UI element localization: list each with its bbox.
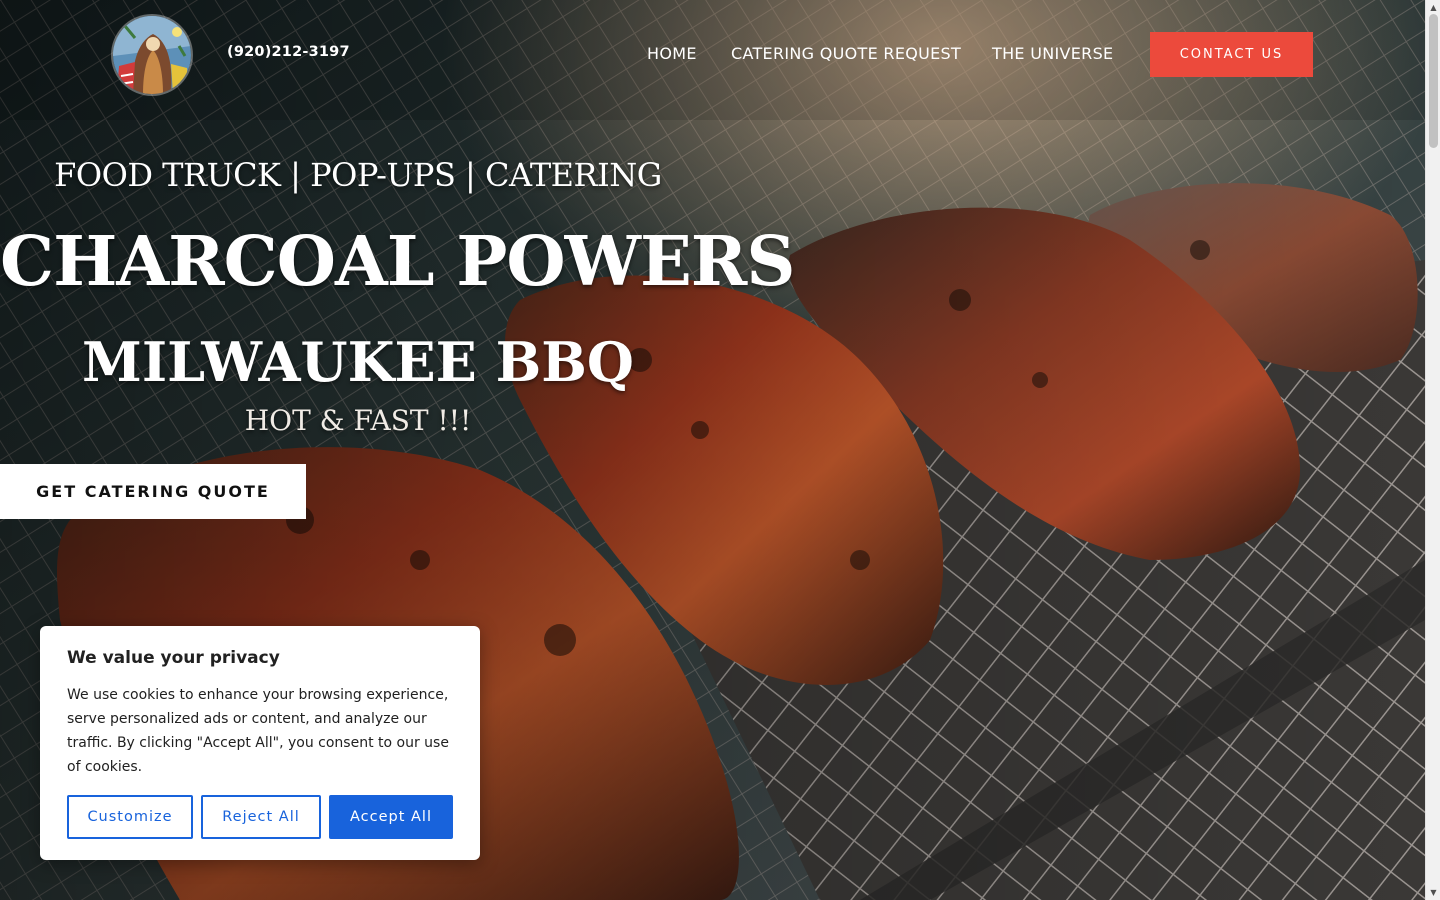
- logo-image[interactable]: [113, 16, 191, 94]
- page: (920)212-3197 HOME CATERING QUOTE REQUES…: [0, 0, 1440, 900]
- customize-button[interactable]: Customize: [67, 795, 193, 839]
- nav-the-universe[interactable]: THE UNIVERSE: [992, 44, 1113, 63]
- scroll-down-arrow-icon[interactable]: ▼: [1426, 885, 1440, 900]
- hero-subtitle: MILWAUKEE BBQ: [82, 330, 634, 394]
- scrollbar-thumb[interactable]: [1429, 14, 1438, 148]
- illustrated-portrait-logo-icon: [113, 16, 191, 94]
- hero-tagline: FOOD TRUCK | POP-UPS | CATERING: [54, 156, 662, 194]
- hero-brand-title: CHARCOAL POWERS: [0, 222, 795, 302]
- cookie-consent-banner: We value your privacy We use cookies to …: [40, 626, 480, 860]
- cookie-banner-title: We value your privacy: [67, 648, 280, 668]
- cookie-banner-text: We use cookies to enhance your browsing …: [67, 687, 449, 775]
- nav-home[interactable]: HOME: [647, 44, 697, 63]
- get-catering-quote-button[interactable]: GET CATERING QUOTE: [0, 464, 306, 519]
- accept-all-button[interactable]: Accept All: [329, 795, 453, 839]
- hero-slogan: HOT & FAST !!!: [244, 404, 472, 437]
- phone-number[interactable]: (920)212-3197: [227, 44, 350, 60]
- contact-us-button[interactable]: CONTACT US: [1150, 32, 1313, 77]
- vertical-scrollbar[interactable]: ▲ ▼: [1425, 0, 1440, 900]
- nav-catering-quote-request[interactable]: CATERING QUOTE REQUEST: [731, 44, 961, 63]
- scroll-up-arrow-icon[interactable]: ▲: [1426, 0, 1440, 15]
- reject-all-button[interactable]: Reject All: [201, 795, 321, 839]
